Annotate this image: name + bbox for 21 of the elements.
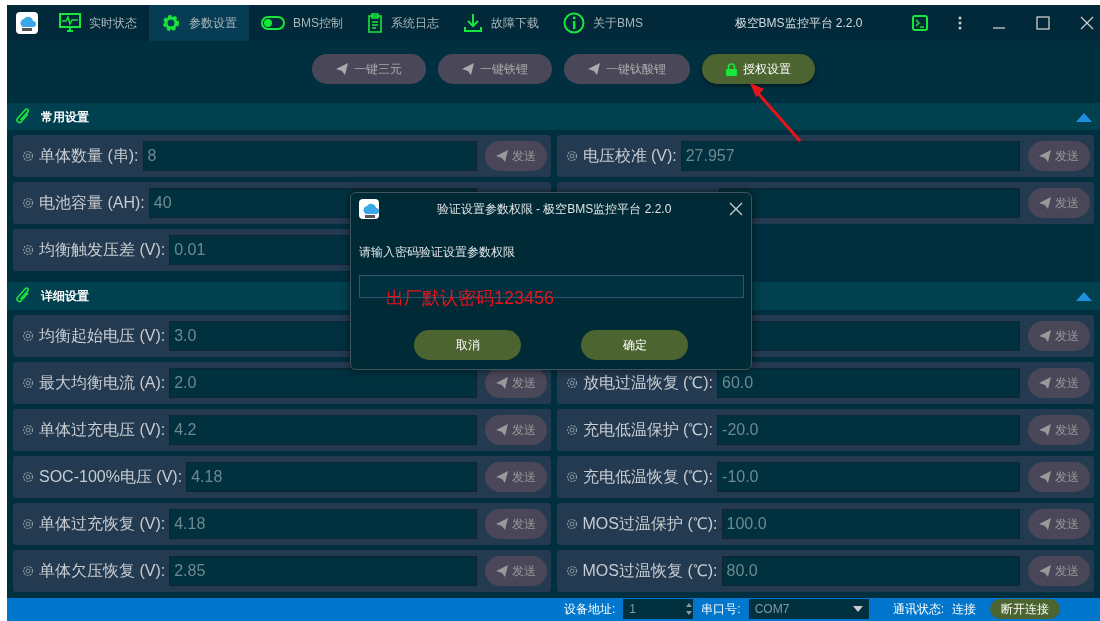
setting-label: MOS过温保护 (℃): — [582, 513, 718, 534]
setting-label: MOS过温恢复 (℃): — [582, 560, 718, 581]
annotation-text: 出厂默认密码123456 — [386, 287, 555, 310]
connection-status-label: 通讯状态: — [892, 601, 944, 619]
setting-label: 充电低温恢复 (℃): — [582, 466, 714, 487]
address-label: 设备地址: — [563, 601, 616, 619]
port-label: 串口号: — [701, 601, 741, 619]
setting-label: 单体欠压恢复 (V): — [39, 560, 166, 581]
setting-label: 最大均衡电流 (A): — [39, 372, 166, 393]
setting-label: 均衡起始电压 (V): — [39, 325, 166, 346]
setting-label: 单体数量 (串): — [39, 146, 139, 167]
setting-label: 单体过充电压 (V): — [39, 419, 166, 440]
window-title: 极空BMS监控平台 2.2.0 — [733, 15, 864, 33]
setting-label: SOC-100%电压 (V): — [39, 466, 183, 487]
setting-label: 均衡触发压差 (V): — [39, 240, 166, 261]
setting-label: 单体过充恢复 (V): — [39, 513, 166, 534]
connection-status: 连接 — [952, 601, 976, 619]
setting-label: 电压校准 (V): — [582, 146, 677, 167]
setting-label: 放电过温恢复 (℃): — [582, 372, 714, 393]
setting-label: 充电低温保护 (℃): — [582, 419, 714, 440]
setting-label: 电池容量 (AH): — [39, 193, 145, 214]
